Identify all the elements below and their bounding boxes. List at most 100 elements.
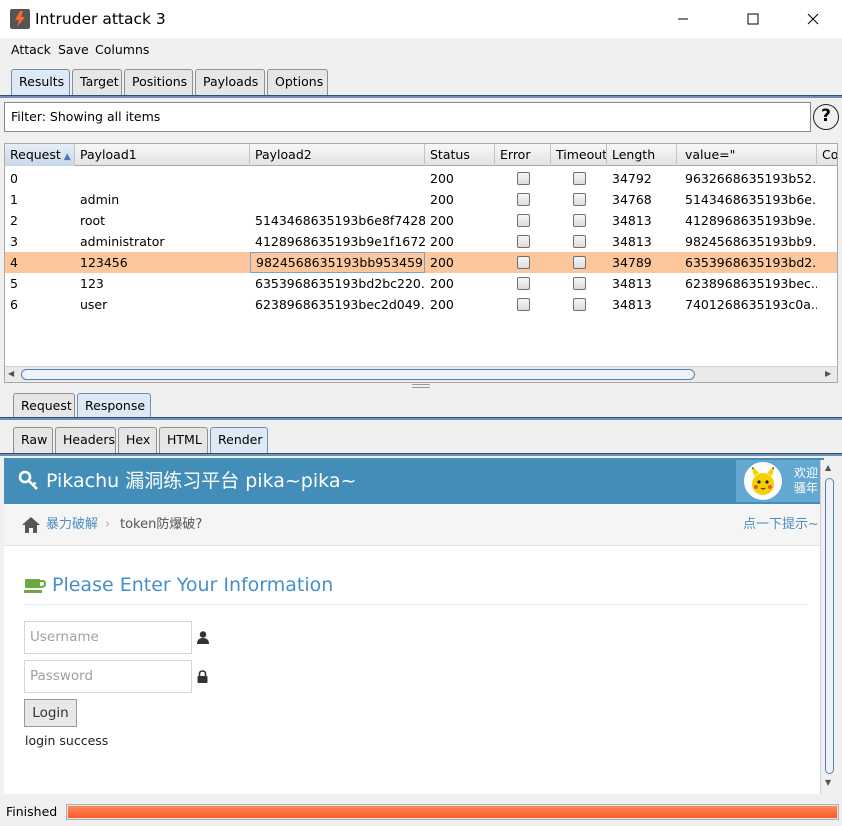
cell-payload1: administrator	[80, 234, 165, 249]
message-tab-strip: Request Response	[0, 393, 842, 421]
heading-rule	[24, 604, 808, 605]
timeout-checkbox	[573, 277, 586, 290]
help-icon[interactable]: ?	[813, 104, 839, 130]
close-button[interactable]	[790, 0, 836, 38]
render-view: Pikachu 漏洞练习平台 pika~pika~ 欢迎骚年 暴力破解 › to…	[4, 458, 824, 794]
cell-status: 200	[430, 192, 454, 207]
split-pane-grip[interactable]	[412, 384, 430, 388]
horizontal-scroll-thumb[interactable]	[21, 369, 695, 380]
cell-value: 6353968635193bd2...	[685, 255, 817, 270]
menu-columns[interactable]: Columns	[95, 43, 149, 57]
table-header: Request ▲ Payload1 Payload2 Status Error …	[5, 144, 837, 166]
view-tab-strip: Raw Headers Hex HTML Render	[0, 427, 842, 457]
cell-length: 34813	[612, 213, 652, 228]
col-request[interactable]: Request ▲	[5, 144, 75, 166]
error-checkbox	[517, 256, 530, 269]
scroll-down-icon[interactable]: ▼	[825, 778, 831, 787]
breadcrumb-token: token防爆破?	[120, 517, 203, 532]
tab-response[interactable]: Response	[77, 393, 151, 419]
maximize-button[interactable]	[730, 0, 776, 38]
cell-payload1: 123456	[80, 255, 128, 270]
tab-options[interactable]: Options	[267, 69, 328, 95]
table-row[interactable]: 3 administrator 4128968635193b9e1f1672... 2…	[5, 231, 837, 252]
cell-request: 6	[10, 297, 18, 312]
progress-fill	[68, 806, 837, 818]
table-row[interactable]: 0 200 34792 9632668635193b52...	[5, 168, 837, 189]
timeout-checkbox	[573, 214, 586, 227]
results-table: Request ▲ Payload1 Payload2 Status Error …	[4, 143, 838, 383]
col-error[interactable]: Error	[495, 144, 551, 166]
error-checkbox	[517, 172, 530, 185]
tab-positions[interactable]: Positions	[124, 69, 193, 95]
cell-status: 200	[430, 297, 454, 312]
breadcrumb: 暴力破解 › token防爆破? 点一下提示~	[4, 504, 824, 546]
cell-payload2	[250, 168, 425, 189]
timeout-checkbox	[573, 298, 586, 311]
col-timeout[interactable]: Timeout	[551, 144, 607, 166]
tab-request[interactable]: Request	[13, 393, 75, 419]
tab-results[interactable]: Results	[11, 69, 70, 95]
cell-status: 200	[430, 255, 454, 270]
lock-icon	[197, 670, 208, 683]
user-icon	[197, 631, 209, 644]
filter-bar[interactable]: Filter: Showing all items	[4, 102, 811, 132]
table-row[interactable]: 1 admin 200 34768 5143468635193b6e...	[5, 189, 837, 210]
table-row[interactable]: 5 123 6353968635193bd2bc220... 200 34813 6238…	[5, 273, 837, 294]
welcome-text: 欢迎骚年	[794, 466, 819, 495]
tab-target[interactable]: Target	[72, 69, 122, 95]
cell-request: 4	[10, 255, 18, 270]
maximize-icon	[747, 13, 759, 25]
menu-save[interactable]: Save	[58, 43, 89, 57]
user-menu[interactable]: 欢迎骚年	[736, 460, 824, 502]
timeout-checkbox	[573, 193, 586, 206]
vertical-scrollbar[interactable]: ▲ ▼	[820, 460, 837, 794]
table-row[interactable]: 6 user 6238968635193bec2d049... 200 34813 740…	[5, 294, 837, 315]
cell-length: 34813	[612, 234, 652, 249]
tab-html[interactable]: HTML	[159, 427, 208, 453]
tab-render[interactable]: Render	[210, 427, 268, 453]
horizontal-scrollbar[interactable]: ◀ ▶	[5, 366, 837, 382]
minimize-button[interactable]	[660, 0, 706, 38]
cell-payload2: 5143468635193b6e8f7428...	[255, 213, 425, 228]
pikachu-icon	[751, 465, 775, 495]
cell-length: 34813	[612, 276, 652, 291]
cell-status: 200	[430, 276, 454, 291]
cell-request: 1	[10, 192, 18, 207]
scroll-left-icon[interactable]: ◀	[8, 369, 14, 378]
col-length[interactable]: Length	[607, 144, 677, 166]
tab-payloads[interactable]: Payloads	[195, 69, 265, 95]
scroll-up-icon[interactable]: ▲	[825, 463, 831, 472]
cell-payload2: 9824568635193bb953459...	[250, 252, 425, 273]
tab-hex[interactable]: Hex	[118, 427, 157, 453]
cell-payload1: root	[80, 213, 106, 228]
login-message: login success	[25, 733, 109, 748]
menu-attack[interactable]: Attack	[11, 43, 51, 57]
hint-link[interactable]: 点一下提示~	[743, 517, 819, 533]
col-value[interactable]: value="	[677, 144, 817, 166]
breadcrumb-brute-force[interactable]: 暴力破解	[46, 517, 98, 533]
table-row[interactable]: 2 root 5143468635193b6e8f7428... 200 34813 41…	[5, 210, 837, 231]
error-checkbox	[517, 277, 530, 290]
table-row[interactable]: 4 123456 9824568635193bb953459... 200 34789 6…	[5, 252, 837, 273]
scroll-right-icon[interactable]: ▶	[825, 369, 831, 378]
username-input[interactable]: Username	[24, 621, 192, 654]
col-payload1[interactable]: Payload1	[75, 144, 250, 166]
tab-raw[interactable]: Raw	[13, 427, 53, 453]
col-payload2[interactable]: Payload2	[250, 144, 425, 166]
col-comment[interactable]: Co	[817, 144, 837, 166]
cell-payload2: 6353968635193bd2bc220...	[255, 276, 425, 291]
cell-request: 5	[10, 276, 18, 291]
col-status[interactable]: Status	[425, 144, 495, 166]
progress-bar	[66, 804, 839, 820]
cell-value: 9632668635193b52...	[685, 171, 817, 186]
close-icon	[807, 13, 819, 25]
login-button[interactable]: Login	[24, 699, 77, 727]
pikachu-header: Pikachu 漏洞练习平台 pika~pika~ 欢迎骚年	[4, 458, 824, 504]
coffee-cup-icon	[24, 579, 46, 593]
pikachu-avatar	[744, 462, 782, 500]
minimize-icon	[678, 18, 688, 20]
password-input[interactable]: Password	[24, 660, 192, 693]
vertical-scroll-thumb[interactable]	[825, 478, 834, 774]
tab-headers[interactable]: Headers	[55, 427, 116, 453]
home-icon	[22, 517, 40, 533]
